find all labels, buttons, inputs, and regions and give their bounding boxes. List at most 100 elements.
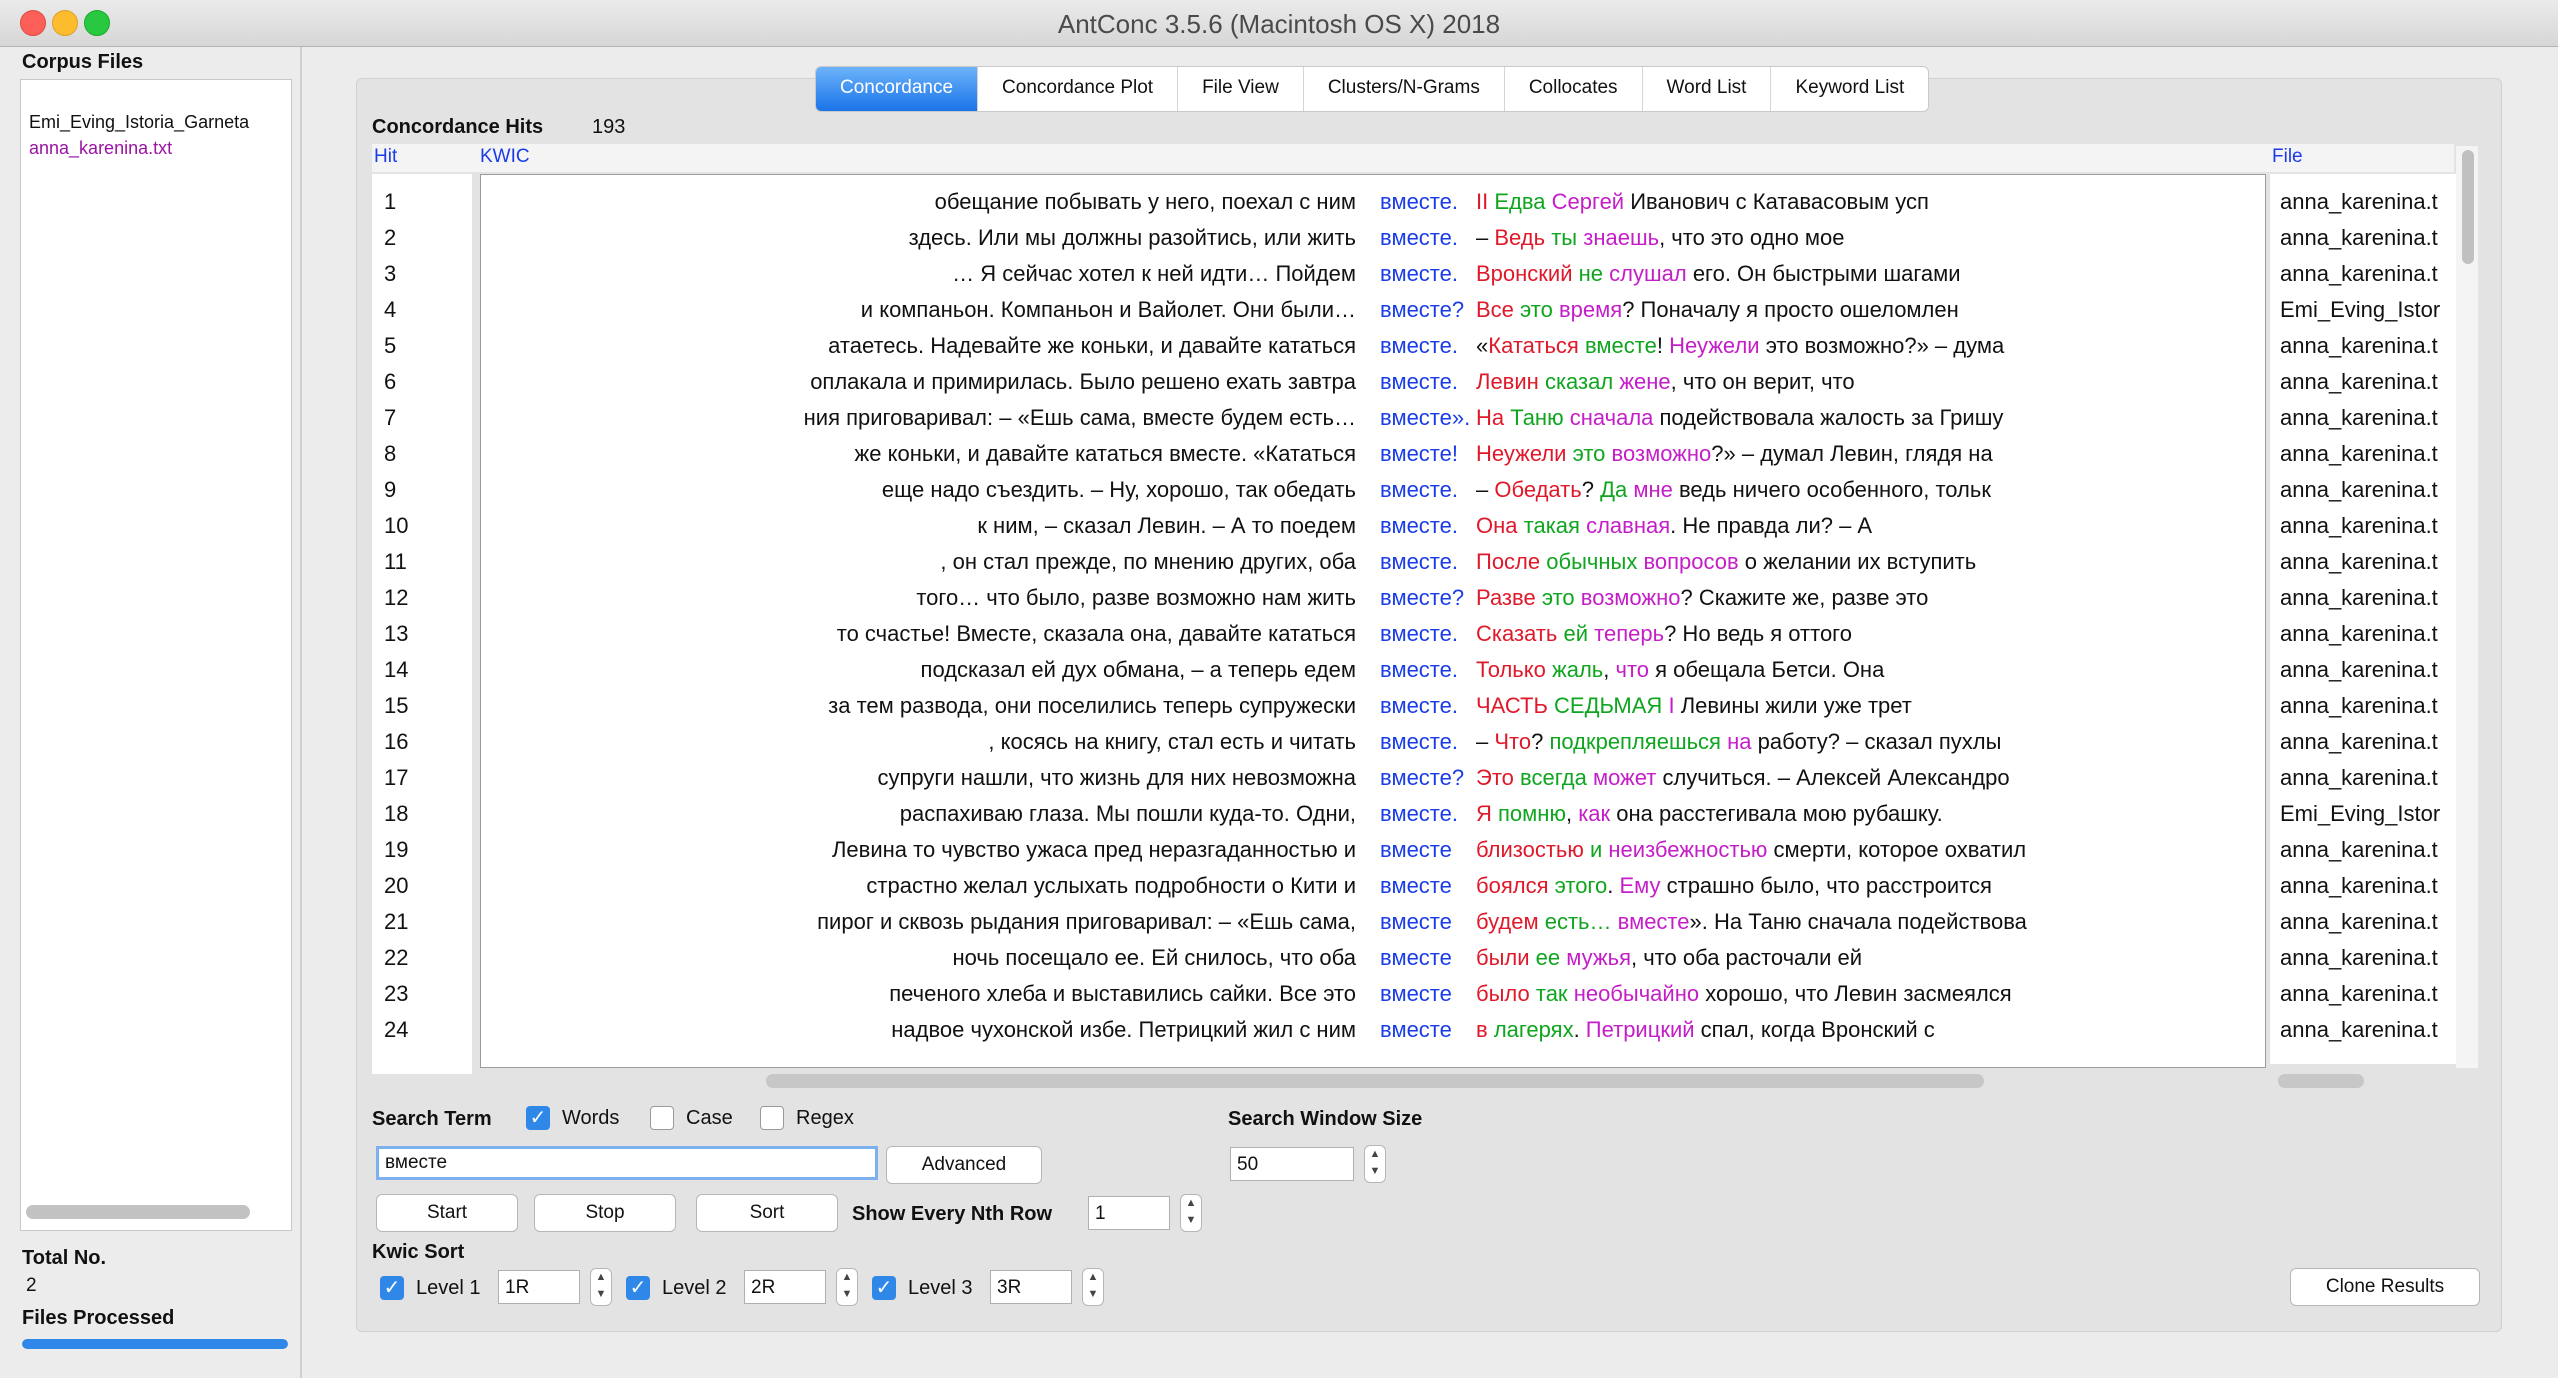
row-file-name: anna_karenina.t bbox=[2280, 225, 2438, 250]
row-file-name: Emi_Eving_Istor bbox=[2280, 297, 2441, 322]
context-word: СЕДЬМАЯ bbox=[1554, 693, 1663, 718]
context-word: всегда bbox=[1520, 765, 1587, 790]
context-word: это bbox=[1541, 585, 1575, 610]
nth-row-stepper-icon[interactable]: ▲ ▼ bbox=[1180, 1194, 1202, 1232]
context-word: боялся bbox=[1476, 873, 1549, 898]
corpus-file-item[interactable]: Emi_Eving_Istoria_Garneta bbox=[29, 112, 249, 133]
level-3-checkbox[interactable]: ✓ bbox=[872, 1276, 896, 1300]
regex-checkbox[interactable] bbox=[760, 1106, 784, 1130]
tab-word-list[interactable]: Word List bbox=[1643, 67, 1772, 111]
file-horizontal-scrollbar-thumb[interactable] bbox=[2278, 1074, 2364, 1088]
tab-clusters-n-grams[interactable]: Clusters/N-Grams bbox=[1304, 67, 1505, 111]
level-3-input[interactable]: 3R bbox=[990, 1270, 1072, 1304]
tab-collocates[interactable]: Collocates bbox=[1505, 67, 1643, 111]
checkmark-icon: ✓ bbox=[629, 1277, 647, 1299]
context-word: это возможно?» – дума bbox=[1759, 333, 2005, 358]
hit-column-header[interactable]: Hit bbox=[374, 146, 397, 168]
results-vertical-scrollbar-thumb[interactable] bbox=[2462, 150, 2474, 264]
context-word: Ему bbox=[1619, 873, 1661, 898]
results-vertical-scrollbar-track[interactable] bbox=[2456, 146, 2478, 1068]
context-word: как bbox=[1578, 801, 1611, 826]
left-context: страстно желал услыхать подробности о Ки… bbox=[866, 873, 1356, 898]
stop-button[interactable]: Stop bbox=[534, 1194, 676, 1232]
file-list-horizontal-scrollbar[interactable] bbox=[26, 1205, 250, 1219]
left-context: того… что было, разве возможно нам жить bbox=[916, 585, 1356, 610]
row-file-name: anna_karenina.t bbox=[2280, 261, 2438, 286]
node-word: вместе. bbox=[1380, 261, 1458, 286]
node-word: вместе? bbox=[1380, 765, 1465, 790]
row-file-name: anna_karenina.t bbox=[2280, 981, 2438, 1006]
corpus-sidebar: Corpus Files Emi_Eving_Istoria_Garneta a… bbox=[0, 47, 300, 1378]
right-context: Я помню, как она расстегивала мою рубашк… bbox=[1476, 801, 1943, 827]
context-word: слушал bbox=[1609, 261, 1687, 286]
file-column-header[interactable]: File bbox=[2272, 146, 2303, 168]
case-checkbox[interactable] bbox=[650, 1106, 674, 1130]
kwic-column-header[interactable]: KWIC bbox=[480, 146, 530, 168]
hit-number: 17 bbox=[384, 765, 409, 790]
left-context: супруги нашли, что жизнь для них невозмо… bbox=[877, 765, 1356, 790]
context-word: II bbox=[1476, 189, 1489, 214]
files-processed-progress-bar bbox=[22, 1339, 288, 1349]
context-word: После bbox=[1476, 549, 1541, 574]
tab-concordance-plot[interactable]: Concordance Plot bbox=[978, 67, 1179, 111]
tab-file-view[interactable]: File View bbox=[1178, 67, 1304, 111]
search-term-input[interactable]: вместе bbox=[376, 1146, 878, 1180]
row-file-name: anna_karenina.t bbox=[2280, 729, 2438, 754]
context-word: Иванович с Катавасовым усп bbox=[1624, 189, 1929, 214]
search-window-size-label: Search Window Size bbox=[1228, 1108, 1423, 1130]
node-word: вместе bbox=[1380, 1017, 1452, 1042]
left-context: пирог и сквозь рыдания приговаривал: – «… bbox=[817, 909, 1356, 934]
context-word: ! bbox=[1656, 333, 1670, 358]
checkmark-icon: ✓ bbox=[875, 1277, 893, 1299]
context-word: . bbox=[1573, 1017, 1586, 1042]
context-word: – bbox=[1476, 477, 1495, 502]
level-2-input[interactable]: 2R bbox=[744, 1270, 826, 1304]
sort-button[interactable]: Sort bbox=[696, 1194, 838, 1232]
left-context: Левина то чувство ужаса пред неразгаданн… bbox=[831, 837, 1356, 862]
context-word: Разве bbox=[1476, 585, 1536, 610]
context-word: смерти, которое охватил bbox=[1767, 837, 2027, 862]
context-word: на bbox=[1727, 729, 1752, 754]
left-context: атаетесь. Надевайте же коньки, и давайте… bbox=[828, 333, 1356, 358]
level-1-stepper-icon[interactable]: ▲ ▼ bbox=[590, 1268, 612, 1306]
node-word: вместе bbox=[1380, 945, 1452, 970]
sidebar-divider[interactable] bbox=[300, 47, 302, 1378]
context-word: славная bbox=[1586, 513, 1671, 538]
hit-number: 2 bbox=[384, 225, 397, 250]
context-word: Я bbox=[1476, 801, 1492, 826]
node-word: вместе bbox=[1380, 837, 1452, 862]
nth-row-input[interactable]: 1 bbox=[1088, 1196, 1170, 1230]
row-file-name: anna_karenina.t bbox=[2280, 369, 2438, 394]
level-1-input[interactable]: 1R bbox=[498, 1270, 580, 1304]
search-window-size-input[interactable]: 50 bbox=[1230, 1147, 1354, 1181]
kwic-horizontal-scrollbar-thumb[interactable] bbox=[766, 1074, 1984, 1088]
context-word: ее bbox=[1535, 945, 1561, 970]
corpus-file-list[interactable]: Emi_Eving_Istoria_Garneta anna_karenina.… bbox=[20, 79, 292, 1231]
row-file-name: anna_karenina.t bbox=[2280, 1017, 2438, 1042]
level-2-stepper-icon[interactable]: ▲ ▼ bbox=[836, 1268, 858, 1306]
context-word: Она bbox=[1476, 513, 1518, 538]
clone-results-button[interactable]: Clone Results bbox=[2290, 1268, 2480, 1306]
row-file-name: anna_karenina.t bbox=[2280, 549, 2438, 574]
left-context: распахиваю глаза. Мы пошли куда-то. Одни… bbox=[899, 801, 1356, 826]
node-word: вместе bbox=[1380, 909, 1452, 934]
context-word: обычных bbox=[1546, 549, 1638, 574]
tab-keyword-list[interactable]: Keyword List bbox=[1771, 67, 1928, 111]
advanced-button[interactable]: Advanced bbox=[886, 1146, 1042, 1184]
level-3-stepper-icon[interactable]: ▲ ▼ bbox=[1082, 1268, 1104, 1306]
words-checkbox[interactable]: ✓ bbox=[526, 1106, 550, 1130]
right-context: После обычных вопросов о желании их всту… bbox=[1476, 549, 1976, 575]
context-word: ? bbox=[1531, 729, 1550, 754]
node-word: вместе. bbox=[1380, 621, 1458, 646]
row-file-name: Emi_Eving_Istor bbox=[2280, 801, 2441, 826]
corpus-file-item-selected[interactable]: anna_karenina.txt bbox=[29, 138, 172, 159]
level-2-checkbox[interactable]: ✓ bbox=[626, 1276, 650, 1300]
start-button[interactable]: Start bbox=[376, 1194, 518, 1232]
corpus-files-label: Corpus Files bbox=[22, 51, 144, 73]
results-header bbox=[372, 144, 2454, 172]
tab-concordance[interactable]: Concordance bbox=[816, 67, 979, 111]
window-size-stepper-icon[interactable]: ▲ ▼ bbox=[1364, 1145, 1386, 1183]
level-1-checkbox[interactable]: ✓ bbox=[380, 1276, 404, 1300]
hit-number: 7 bbox=[384, 405, 397, 430]
hit-number: 15 bbox=[384, 693, 409, 718]
